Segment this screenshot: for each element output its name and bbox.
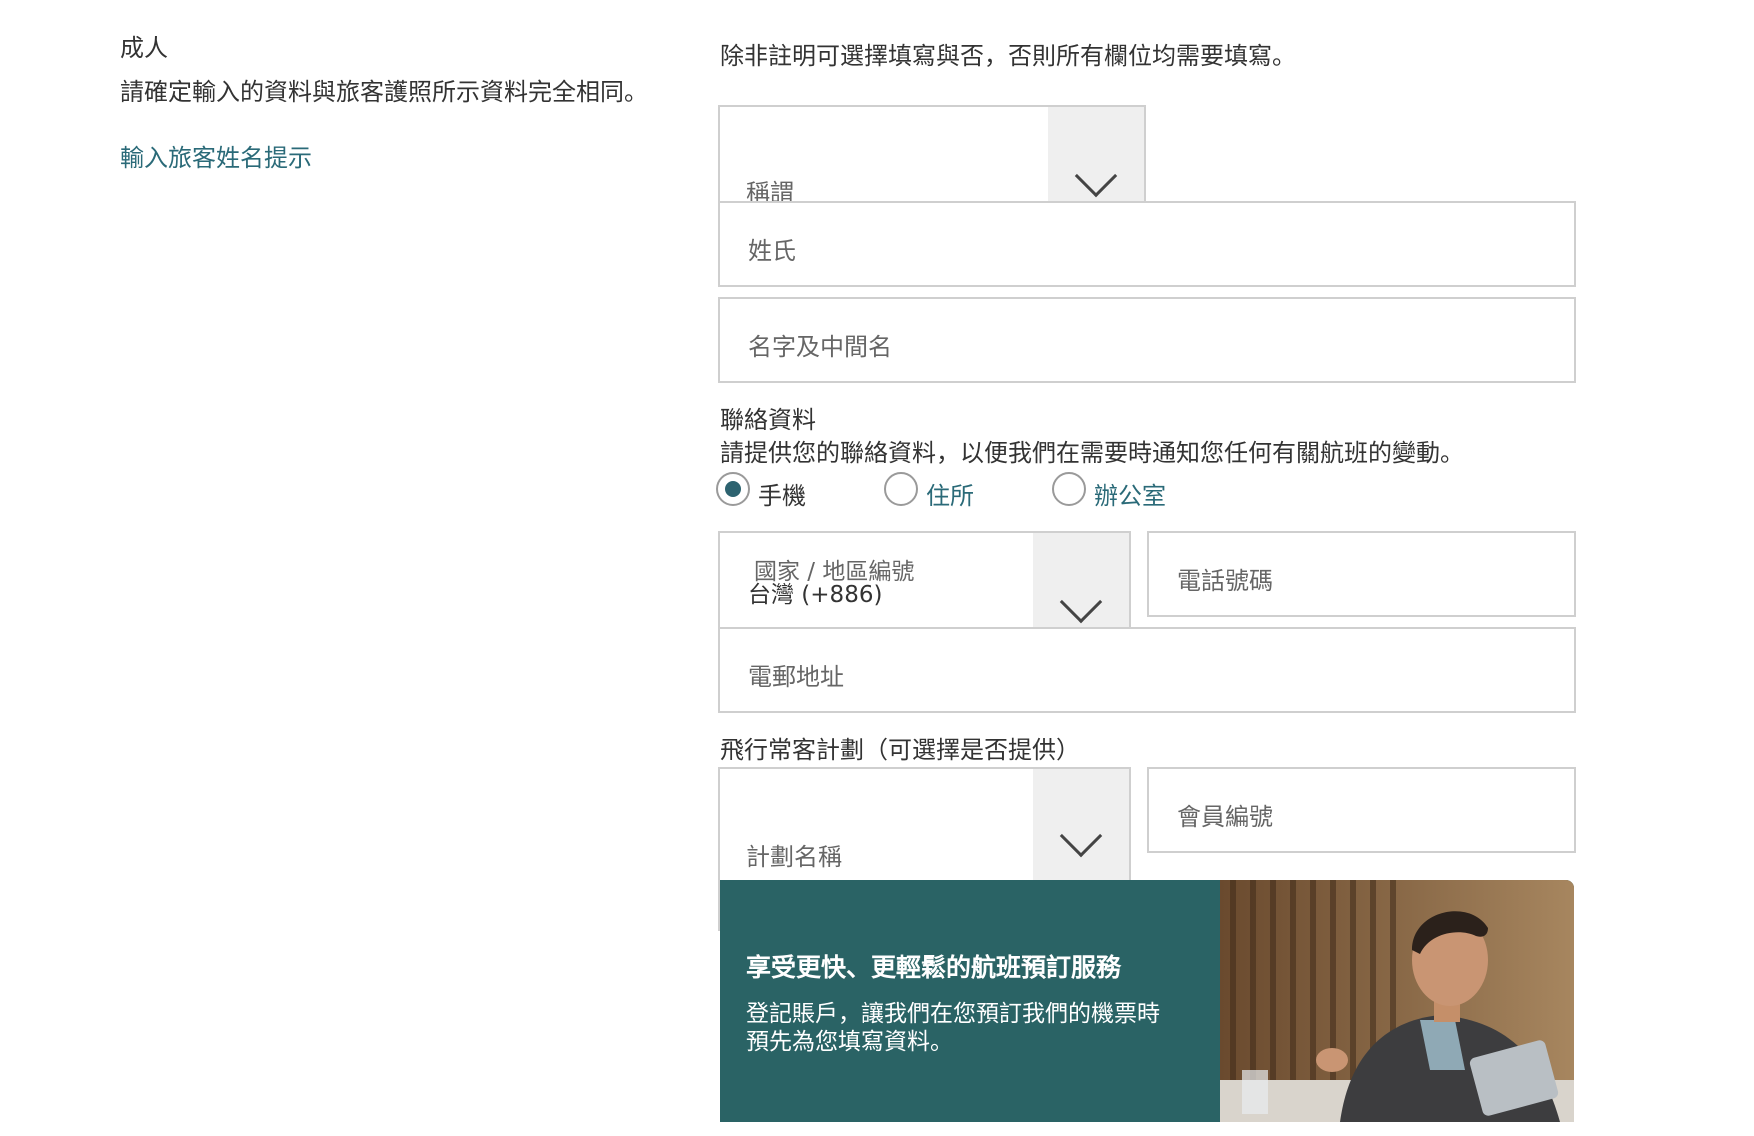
radio-home-label[interactable]: 住所 [926,476,974,511]
passport-instruction: 請確定輸入的資料與旅客護照所示資料完全相同。 [120,78,648,106]
member-number-input[interactable]: 會員編號 [1147,767,1576,853]
phone-number-input[interactable]: 電話號碼 [1147,531,1576,617]
country-code-select[interactable]: 國家 / 地區編號 台灣 (+886) [718,531,1131,631]
radio-mobile[interactable] [716,472,750,506]
frequent-flyer-heading: 飛行常客計劃（可選擇是否提供） [720,736,1080,764]
promo-body-line2: 預先為您填寫資料。 [746,1029,953,1055]
radio-office[interactable] [1052,472,1086,506]
radio-mobile-label[interactable]: 手機 [758,476,806,511]
required-fields-note: 除非註明可選擇填寫與否，否則所有欄位均需要填寫。 [720,42,1296,70]
account-promo-banner[interactable]: 享受更快、更輕鬆的航班預訂服務 登記賬戶，讓我們在您預訂我們的機票時 預先為您填… [720,880,1574,1122]
program-name-label: 計劃名稱 [746,843,842,871]
given-name-input[interactable]: 名字及中間名 [718,297,1576,383]
email-input[interactable]: 電郵地址 [718,627,1576,713]
country-code-value: 台灣 (+886) [748,582,883,608]
radio-office-label[interactable]: 辦公室 [1094,476,1166,511]
contact-heading: 聯絡資料 [720,406,816,434]
surname-input[interactable]: 姓氏 [718,201,1576,287]
member-number-placeholder: 會員編號 [1177,803,1273,831]
email-placeholder: 電郵地址 [748,663,844,691]
surname-placeholder: 姓氏 [748,237,796,265]
chevron-down-icon [1059,814,1103,858]
country-code-select-button[interactable] [1033,533,1129,631]
title-select-button[interactable] [1048,107,1144,205]
promo-photo [1220,880,1574,1122]
radio-home[interactable] [884,472,918,506]
phone-number-placeholder: 電話號碼 [1177,567,1273,595]
passenger-type-label: 成人 [120,34,168,62]
chevron-down-icon [1059,580,1103,624]
contact-description: 請提供您的聯絡資料，以便我們在需要時通知您任何有關航班的變動。 [720,439,1464,467]
name-tips-link[interactable]: 輸入旅客姓名提示 [120,138,312,173]
title-select[interactable]: 稱謂 [718,105,1146,207]
chevron-down-icon [1074,154,1118,198]
promo-title: 享受更快、更輕鬆的航班預訂服務 [746,953,1122,982]
page: 成人 請確定輸入的資料與旅客護照所示資料完全相同。 輸入旅客姓名提示 除非註明可… [0,0,1754,1136]
given-name-placeholder: 名字及中間名 [748,333,892,361]
